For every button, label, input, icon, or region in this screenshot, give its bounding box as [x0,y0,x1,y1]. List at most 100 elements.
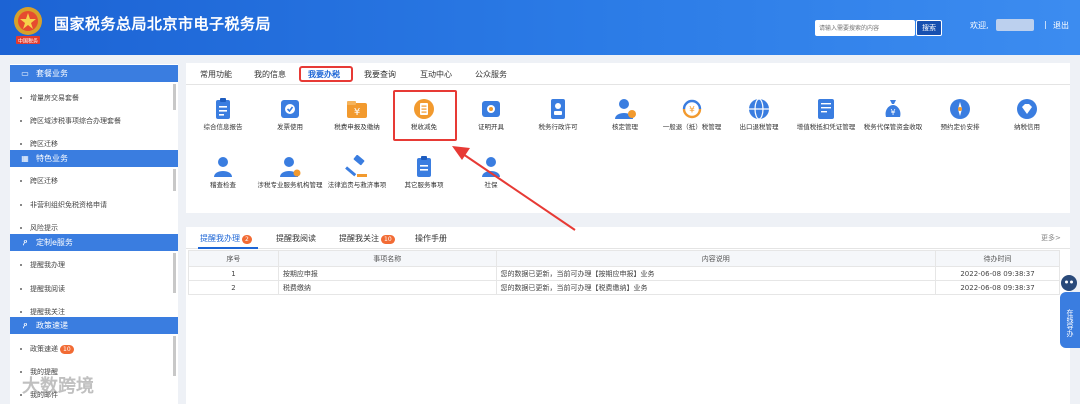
annotation-arrow [452,146,576,231]
sidebar-item[interactable]: 提醒我办理 [20,260,175,270]
sidebar-section-featured[interactable]: ▦ 特色业务 [10,150,178,167]
assistant-avatar-icon[interactable] [1060,274,1078,292]
cell-item-name[interactable]: 按期应申报 [277,266,497,281]
welcome-text: 欢迎, [970,21,989,30]
sidebar-section-package[interactable]: ▭ 套餐业务 [10,65,178,82]
svg-text:¥: ¥ [890,108,895,117]
diamond-icon [1017,99,1037,119]
service-item[interactable]: 税务行政许可 [525,97,591,131]
online-guide-tab[interactable]: 在线导办 [1060,292,1080,348]
sidebar-item[interactable]: 跨区域涉税事项综合办理套餐 [20,116,175,126]
list-icon [417,156,431,177]
person-badge-icon [280,157,301,177]
masked-username [996,19,1034,31]
service-item[interactable]: 证明开具 [458,97,524,131]
certificate-icon [482,101,500,117]
sidebar-item[interactable]: 跨区迁移 [20,139,175,149]
top-header: 中国税务 国家税务总局北京市电子税务局 搜索 欢迎, | 退出 [0,0,1080,55]
service-item[interactable]: ¥ 税费申报及缴纳 [324,97,390,131]
count-badge: 2 [242,235,252,244]
sidebar-item[interactable]: 提醒我关注 [20,307,175,317]
tab-common[interactable]: 常用功能 [200,69,232,80]
service-item[interactable]: 涉税专业服务机构管理 [257,155,323,189]
service-item[interactable]: 预约定价安排 [927,97,993,131]
sidebar-scrollbar[interactable] [173,336,176,376]
id-card-icon [551,99,565,119]
user-icon: ዖ [22,321,28,330]
service-item[interactable]: ¥ 一般退（抵）税管理 [659,97,725,131]
tab-public-service[interactable]: 公众服务 [475,69,507,80]
svg-text:¥: ¥ [354,107,360,118]
grid-icon: ▦ [21,154,29,163]
refund-icon: ¥ [682,99,702,119]
tab-remind-read[interactable]: 提醒我阅读 [276,233,316,244]
active-tab-underline [198,247,258,249]
user-icon: ዖ [22,238,28,247]
search-button[interactable]: 搜索 [916,20,942,36]
sidebar-scrollbar[interactable] [173,169,176,191]
sidebar-item[interactable]: 风险提示 [20,223,175,233]
sidebar-section-policy[interactable]: ዖ 政策速递 [10,317,178,334]
table-row[interactable]: 1 按期应申报 您的数据已更新，当前可办理【按期应申报】业务 2022-06-0… [188,266,1060,281]
logout-link[interactable]: 退出 [1053,20,1069,31]
search-input[interactable] [815,20,915,36]
ticket-icon [818,99,834,119]
yuan-folder-icon: ¥ [347,101,367,118]
sidebar-item[interactable]: 增量房交易套餐 [20,93,175,103]
sidebar: ▭ 套餐业务 增量房交易套餐 跨区域涉税事项综合办理套餐 跨区迁移 ▦ 特色业务 跨… [10,64,178,404]
more-link[interactable]: 更多> [1041,233,1061,243]
tab-highlight-box [299,66,353,82]
sidebar-item[interactable]: 非营利组织免税资格申请 [20,200,175,210]
sidebar-item[interactable]: 政策速递 10 [20,344,175,354]
table-row[interactable]: 2 税费缴纳 您的数据已更新，当前可办理【税费缴纳】业务 2022-06-08 … [188,280,1060,295]
watermark: 大数跨境 [22,376,94,397]
site-title: 国家税务总局北京市电子税务局 [54,15,272,33]
person-icon [214,157,232,177]
service-item[interactable]: ¥ 税务代保管资金收取 [860,97,926,131]
invoice-icon [281,100,299,118]
clipboard-icon [216,98,230,119]
reminder-table: 序号 事项名称 内容说明 待办时间 1 按期应申报 您的数据已更新，当前可办理【… [188,250,1060,295]
tab-query[interactable]: 我要查询 [364,69,396,80]
sidebar-section-custom[interactable]: ዖ 定制e服务 [10,234,178,251]
service-item[interactable]: 纳税信用 [994,97,1060,131]
col-header: 事项名称 [277,250,497,267]
tab-remind-handle[interactable]: 提醒我办理 2 [200,233,252,244]
sidebar-scrollbar[interactable] [173,253,176,293]
cell-description: 您的数据已更新，当前可办理【税费缴纳】业务 [495,280,937,295]
service-item[interactable]: 增值税抵扣凭证管理 [793,97,859,131]
service-item[interactable]: 法律追责与救济事项 [324,155,390,189]
emblem-text: 中国税务 [18,38,38,45]
cell-index: 1 [188,266,279,281]
service-item[interactable]: 发票使用 [257,97,323,131]
money-bag-icon: ¥ [885,100,901,117]
table-header-row: 序号 事项名称 内容说明 待办时间 [188,250,1060,267]
monitor-icon: ▭ [21,69,29,78]
tab-my-info[interactable]: 我的信息 [254,69,286,80]
sidebar-item[interactable]: 跨区迁移 [20,176,175,186]
policy-count-badge: 10 [60,345,74,354]
col-header: 序号 [188,250,279,267]
service-panel: 常用功能 我的信息 我要办税 我要查询 互动中心 公众服务 综合信息报告 发票使… [186,63,1070,213]
compass-icon [950,99,970,119]
service-item[interactable]: 综合信息报告 [190,97,256,131]
tab-interaction[interactable]: 互动中心 [420,69,452,80]
col-header: 待办时间 [935,250,1060,267]
cell-time: 2022-06-08 09:38:37 [935,280,1060,295]
count-badge: 10 [381,235,395,244]
service-item[interactable]: 出口退税管理 [726,97,792,131]
service-item[interactable]: 稽查检查 [190,155,256,189]
col-header: 内容说明 [495,250,937,267]
person-gear-icon [615,99,636,119]
sidebar-scrollbar[interactable] [173,84,176,110]
service-item[interactable]: 核定管理 [592,97,658,131]
reminder-panel: 提醒我办理 2 提醒我阅读 提醒我关注 10 操作手册 更多> 序号 事项名称 内容… [186,227,1070,404]
cell-time: 2022-06-08 09:38:37 [935,266,1060,281]
cell-description: 您的数据已更新，当前可办理【按期应申报】业务 [495,266,937,281]
cell-item-name[interactable]: 税费缴纳 [277,280,497,295]
sidebar-item[interactable]: 提醒我阅读 [20,284,175,294]
main-tabs: 常用功能 我的信息 我要办税 我要查询 互动中心 公众服务 [186,63,1070,85]
tax-emblem-logo: 中国税务 [14,7,42,45]
tab-remind-follow[interactable]: 提醒我关注 10 [339,233,395,244]
header-separator: | [1044,20,1047,29]
